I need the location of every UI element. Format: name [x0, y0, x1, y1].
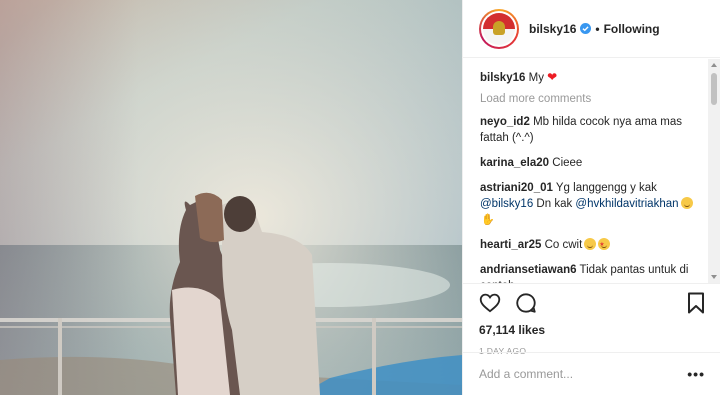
likes-count[interactable]: 67,114 likes [479, 323, 705, 337]
smile-emoji-icon [680, 197, 693, 209]
comment-username[interactable]: neyo_id2 [480, 116, 530, 128]
comment-text: Yg langgengg y kak [555, 182, 657, 194]
avatar[interactable] [479, 8, 519, 49]
follow-status-button[interactable]: Following [604, 22, 660, 36]
comment-item: neyo_id2 Mb hilda cocok nya ama mas fatt… [480, 114, 703, 146]
more-options-icon[interactable]: ••• [687, 366, 705, 382]
avatar-image [483, 12, 515, 45]
scroll-down-arrow-icon[interactable] [711, 275, 717, 279]
verified-icon [580, 23, 592, 34]
comments-list: bilsky16 My ❤ Load more comments neyo_id… [463, 59, 709, 283]
comment-item: hearti_ar25 Co cwit [480, 237, 703, 253]
scroll-up-arrow-icon[interactable] [711, 63, 717, 67]
comment-username[interactable]: andriansetiawan6 [480, 264, 577, 276]
comment-text: Dn kak [533, 198, 576, 210]
header-separator: • [595, 21, 600, 36]
caption: bilsky16 My ❤ [480, 69, 703, 86]
star-eyes-emoji-icon [598, 237, 611, 253]
caption-text: My [528, 72, 544, 84]
post-photo[interactable] [0, 0, 462, 395]
photo-illustration [0, 0, 462, 395]
comment-item: astriani20_01 Yg langgengg y kak @bilsky… [480, 180, 703, 228]
header-username[interactable]: bilsky16 [529, 22, 576, 36]
post-actions: 67,114 likes 1 DAY AGO [463, 283, 720, 356]
add-comment-bar: ••• [463, 352, 720, 395]
thumbs-up-emoji-icon: ✋ [481, 214, 495, 226]
heart-emoji-icon: ❤ [547, 70, 558, 84]
avatar-ring [481, 10, 517, 47]
heart-icon[interactable] [479, 293, 501, 313]
comment-item: karina_ela20 Cieee [480, 155, 703, 171]
bookmark-icon[interactable] [687, 292, 705, 314]
scroll-thumb[interactable] [711, 73, 717, 105]
comments-scrollbar[interactable] [708, 59, 720, 283]
comment-username[interactable]: hearti_ar25 [480, 239, 541, 251]
side-panel: bilsky16 • Following bilsky16 My ❤ Load … [462, 0, 720, 395]
comment-text: Co cwit [544, 239, 583, 251]
comment-item: andriansetiawan6 Tidak pantas untuk di c… [480, 262, 703, 283]
load-more-comments-link[interactable]: Load more comments [480, 93, 703, 105]
comment-username[interactable]: karina_ela20 [480, 157, 549, 169]
smile-emoji-icon [584, 238, 597, 250]
comment-input[interactable] [479, 367, 688, 381]
comment-items: neyo_id2 Mb hilda cocok nya ama mas fatt… [480, 114, 703, 283]
comment-icon[interactable] [515, 292, 537, 314]
comment-username[interactable]: astriani20_01 [480, 182, 553, 194]
instagram-post: bilsky16 • Following bilsky16 My ❤ Load … [0, 0, 720, 395]
comment-text: Cieee [552, 157, 583, 169]
mention-link[interactable]: @hvkhildavitriakhan [575, 198, 678, 210]
caption-username[interactable]: bilsky16 [480, 72, 525, 84]
post-header: bilsky16 • Following [463, 0, 720, 58]
action-icons [479, 292, 705, 314]
mention-link[interactable]: @bilsky16 [480, 198, 533, 210]
